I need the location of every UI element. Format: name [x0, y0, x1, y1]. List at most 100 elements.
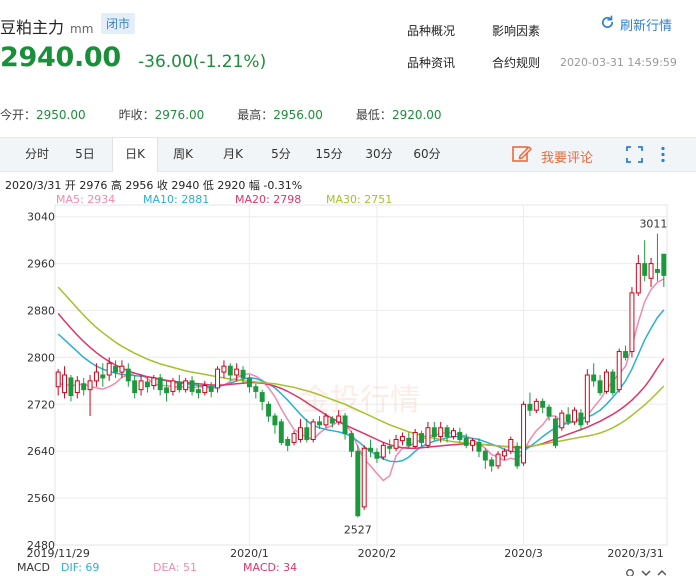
candle-body — [342, 415, 348, 435]
candle-body — [368, 447, 374, 452]
candle-body — [489, 459, 495, 467]
candle-body — [406, 437, 412, 446]
candle-body — [240, 369, 246, 379]
candle-body — [183, 380, 189, 391]
ma5-line — [58, 278, 665, 482]
candle-body — [514, 446, 520, 467]
x-tick-label: 2019/11/29 — [26, 547, 89, 560]
watermark-text: 金投行情 — [300, 383, 420, 418]
candle-body — [297, 427, 303, 440]
candle-body — [336, 415, 342, 423]
candle-body — [246, 377, 252, 388]
candle-body — [610, 371, 616, 394]
candle-body — [113, 365, 119, 373]
kline-chart[interactable]: 304029602880280027202640256024802019/11/… — [0, 0, 696, 576]
candle-body — [431, 427, 437, 438]
y-tick-label: 2640 — [27, 445, 55, 458]
candle-body — [132, 380, 138, 394]
candle-body — [425, 427, 431, 446]
candle-body — [508, 438, 514, 452]
min-price-annotation: 2527 — [344, 523, 372, 536]
candle-body — [221, 365, 227, 373]
candle-body — [100, 374, 106, 379]
candle-body — [93, 371, 99, 382]
candle-body — [648, 263, 654, 279]
candle-body — [361, 447, 367, 508]
candle-body — [578, 412, 584, 426]
candle-body — [591, 374, 597, 382]
candle-body — [444, 427, 450, 438]
x-tick-label: 2020/3/31 — [607, 547, 663, 560]
candle-body — [329, 418, 335, 424]
candle-body — [642, 263, 648, 276]
candle-body — [623, 351, 629, 358]
macd-dif: DIF: 69 — [61, 561, 100, 574]
ma20-line — [57, 312, 665, 450]
candle-body — [635, 263, 641, 294]
candle-body — [74, 380, 80, 394]
candle-body — [393, 438, 399, 449]
candle-body — [195, 389, 201, 394]
x-tick-label: 2020/1 — [230, 547, 269, 560]
candle-body — [278, 421, 284, 443]
candle-body — [438, 427, 444, 438]
candle-body — [565, 414, 571, 423]
candle-body — [527, 403, 533, 411]
candle-body — [291, 433, 297, 443]
candle-body — [552, 418, 558, 446]
candle-body — [106, 362, 112, 376]
candle-body — [399, 436, 405, 442]
y-tick-label: 2880 — [27, 305, 55, 318]
candle-body — [202, 385, 208, 394]
candle-body — [540, 400, 546, 408]
macd-label: MACD — [17, 561, 50, 574]
candle-body — [419, 433, 425, 443]
y-tick-label: 2800 — [27, 351, 55, 364]
candle-body — [412, 431, 418, 448]
macd-settings-icon[interactable] — [626, 563, 667, 576]
candle-body — [310, 421, 316, 440]
candle-body — [55, 371, 61, 388]
candle-body — [463, 437, 469, 446]
candle-body — [81, 383, 87, 391]
candle-body — [234, 368, 240, 376]
candle-body — [521, 403, 527, 464]
candle-body — [119, 365, 125, 373]
candle-body — [317, 421, 323, 426]
candle-body — [259, 392, 265, 402]
candle-body — [629, 292, 635, 353]
macd-value: MACD: 34 — [243, 561, 298, 574]
candle-body — [304, 427, 310, 440]
candle-body — [501, 450, 507, 457]
max-price-annotation: 3011 — [639, 218, 667, 231]
y-tick-label: 2960 — [27, 258, 55, 271]
candle-body — [144, 381, 150, 388]
plot-frame — [54, 204, 668, 546]
candle-body — [164, 387, 170, 394]
candle-body — [87, 380, 93, 391]
candle-body — [138, 380, 144, 391]
candle-body — [151, 377, 157, 387]
candle-body — [348, 433, 354, 452]
candle-body — [584, 374, 590, 423]
candle-body — [597, 380, 603, 394]
candle-body — [559, 412, 565, 429]
candle-body — [476, 441, 482, 452]
candle-body — [470, 440, 476, 446]
candle-body — [457, 431, 463, 440]
candle-body — [450, 430, 456, 438]
candle-body — [68, 377, 74, 397]
candle-body — [266, 403, 272, 417]
candle-body — [495, 453, 501, 467]
candle-body — [253, 386, 259, 392]
x-tick-label: 2020/2 — [358, 547, 397, 560]
candle-body — [533, 400, 539, 411]
candle-body — [227, 365, 233, 376]
candle-body — [62, 374, 68, 394]
candle-body — [654, 268, 660, 273]
candle-body — [387, 446, 393, 449]
candle-body — [125, 368, 131, 382]
candle-body — [170, 380, 176, 392]
candle-body — [616, 351, 622, 391]
candle-body — [323, 415, 329, 426]
